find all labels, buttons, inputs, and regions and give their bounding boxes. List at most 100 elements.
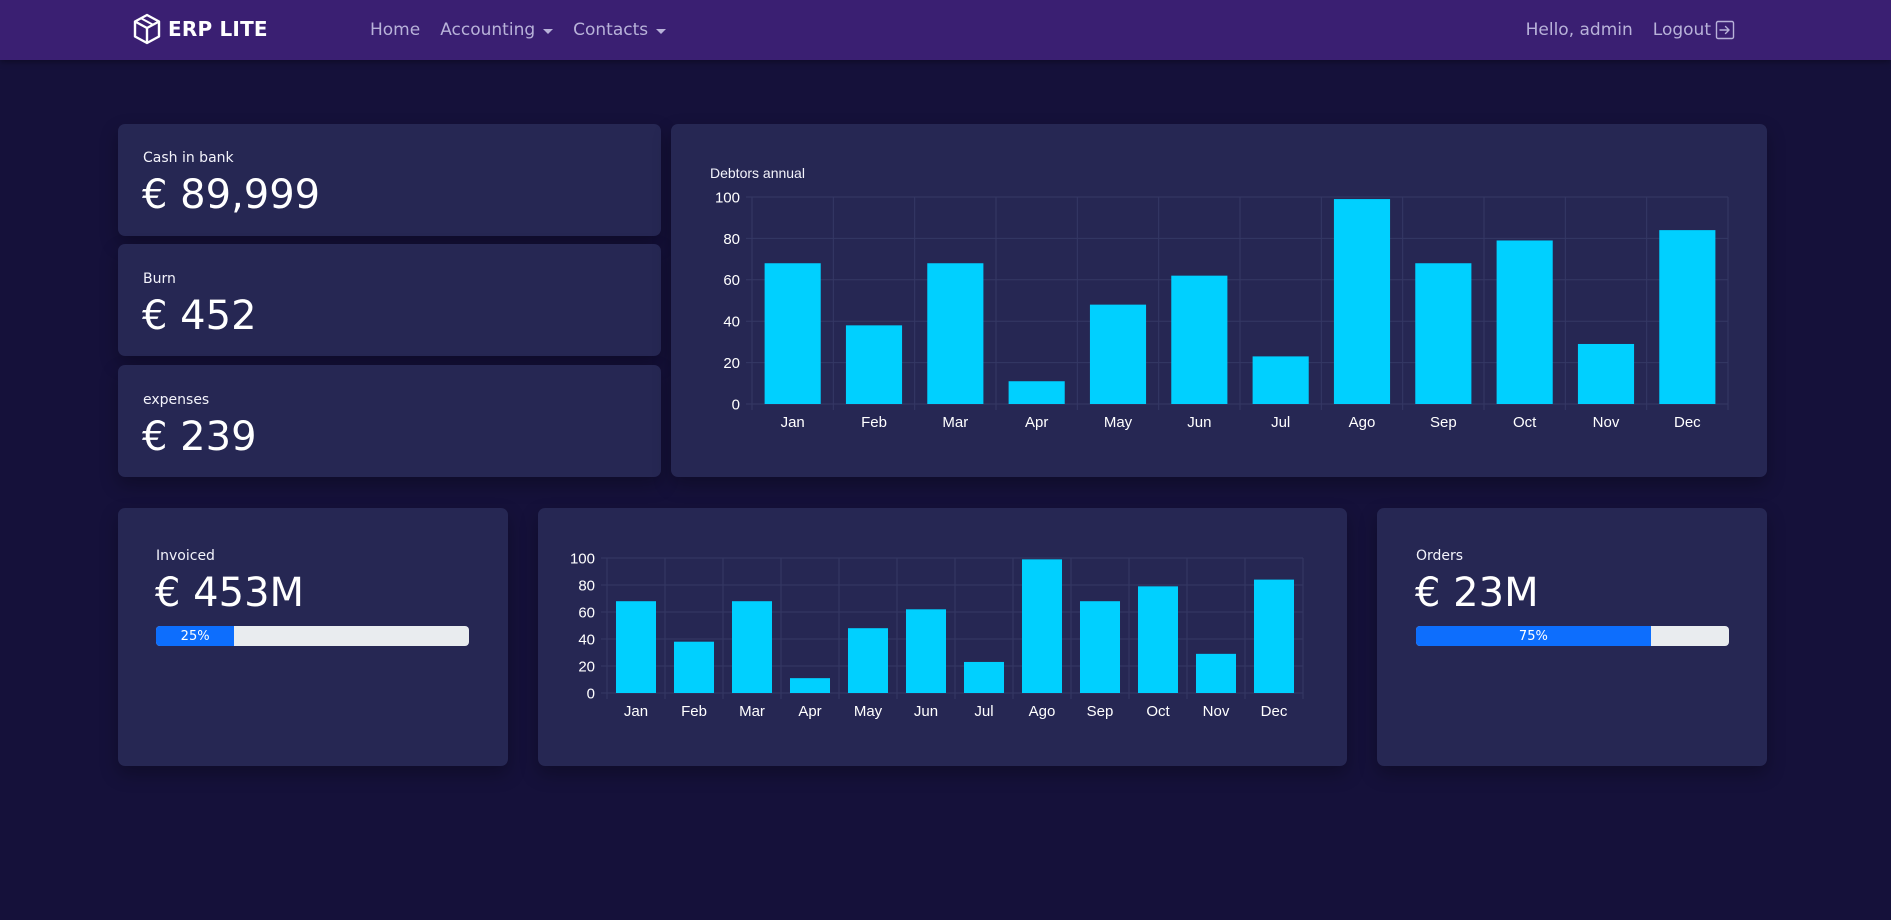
bar-feb[interactable]	[845, 325, 903, 404]
invoiced-progress-bar: 25%	[156, 626, 235, 646]
bar-may[interactable]	[847, 628, 889, 693]
bar-may[interactable]	[1089, 304, 1147, 404]
invoiced-card: Invoiced € 453M 25%	[118, 508, 508, 766]
cash-label: Cash in bank	[143, 150, 234, 166]
bar-apr[interactable]	[1008, 381, 1065, 404]
caret-down-icon	[656, 28, 667, 34]
orders-value: € 23M	[1415, 570, 1539, 616]
orders-progress-label: 75%	[1518, 628, 1548, 644]
bar-ago[interactable]	[1021, 559, 1063, 693]
y-tick-label: 100	[715, 189, 740, 206]
x-tick-label: May	[1104, 414, 1133, 431]
debtors-bar-chart: Debtors annual 0 20 40 60 80 100 Jan Feb Mar Apr M…	[710, 165, 1729, 431]
y-tick-label: 0	[587, 685, 595, 702]
nav-home-label: Home	[370, 20, 421, 40]
logout-label: Logout	[1652, 20, 1711, 40]
nav-right: Hello, admin Logout	[1526, 0, 1735, 60]
burn-value: € 452	[142, 293, 257, 339]
bar-jan[interactable]	[764, 263, 821, 404]
bar-jun[interactable]	[905, 609, 947, 693]
monthly-bar-chart: 0 20 40 60 80 100 Jan Feb Mar Apr May Jun Jul Ago Sep O…	[570, 550, 1304, 720]
chart-title: Debtors annual	[710, 165, 805, 181]
orders-progress-bar: 75%	[1416, 626, 1651, 646]
navbar: ERP LITE Home Accounting Contacts Hello,…	[0, 0, 1891, 60]
nav-home[interactable]: Home	[360, 20, 430, 40]
x-tick-label: Dec	[1261, 703, 1288, 720]
orders-progress: 75%	[1416, 626, 1729, 646]
orders-card: Orders € 23M 75%	[1377, 508, 1767, 766]
burn-card: Burn € 452	[118, 244, 661, 356]
cash-value: € 89,999	[142, 172, 321, 218]
logout-link[interactable]: Logout	[1653, 20, 1735, 40]
bar-apr[interactable]	[789, 678, 831, 693]
bar-dec[interactable]	[1253, 579, 1295, 693]
caret-down-icon	[543, 28, 554, 34]
x-tick-label: Sep	[1087, 703, 1114, 720]
x-tick-label: Jan	[781, 414, 805, 431]
user-greeting: Hello, admin	[1525, 20, 1633, 40]
x-tick-label: Jun	[914, 703, 938, 720]
invoiced-progress-label: 25%	[180, 628, 210, 644]
x-tick-label: Jan	[624, 703, 648, 720]
bar-nov[interactable]	[1195, 653, 1237, 693]
brand-name: ERP LITE	[168, 17, 268, 41]
x-tick-label: Apr	[1025, 414, 1048, 431]
cash-card: Cash in bank € 89,999	[118, 124, 661, 236]
nav-accounting-label: Accounting	[440, 20, 536, 40]
x-tick-label: Feb	[861, 414, 887, 431]
monthly-chart-card: 0 20 40 60 80 100 Jan Feb Mar Apr May Jun Jul Ago Sep O…	[538, 508, 1347, 766]
invoiced-value: € 453M	[155, 570, 305, 616]
nav-accounting-dropdown[interactable]: Accounting	[430, 20, 563, 40]
x-tick-label: Oct	[1146, 703, 1170, 720]
bar-nov[interactable]	[1577, 343, 1635, 404]
y-tick-label: 20	[723, 355, 740, 372]
nav-links: Home Accounting Contacts	[360, 0, 676, 60]
y-tick-label: 20	[578, 658, 595, 675]
bar-oct[interactable]	[1496, 240, 1553, 404]
x-tick-label: Sep	[1430, 414, 1457, 431]
bar-ago[interactable]	[1333, 199, 1391, 404]
y-tick-label: 100	[570, 550, 595, 567]
expenses-value: € 239	[142, 414, 257, 460]
bar-jun[interactable]	[1171, 275, 1228, 404]
bar-sep[interactable]	[1415, 263, 1472, 404]
x-tick-label: Feb	[681, 703, 707, 720]
y-tick-label: 40	[578, 631, 595, 648]
x-tick-label: Dec	[1674, 414, 1701, 431]
brand-link[interactable]: ERP LITE	[132, 12, 268, 46]
x-tick-label: Ago	[1349, 414, 1376, 431]
x-tick-label: Oct	[1513, 414, 1537, 431]
nav-contacts-dropdown[interactable]: Contacts	[563, 20, 676, 40]
bar-mar[interactable]	[731, 601, 773, 693]
x-tick-label: Apr	[798, 703, 821, 720]
burn-label: Burn	[143, 271, 176, 287]
bar-jul[interactable]	[1252, 356, 1309, 404]
y-tick-label: 0	[732, 396, 740, 413]
y-tick-label: 60	[723, 272, 740, 289]
y-tick-label: 80	[578, 577, 595, 594]
x-tick-label: Nov	[1203, 703, 1230, 720]
x-tick-label: May	[854, 703, 883, 720]
x-tick-label: Jul	[974, 703, 993, 720]
orders-label: Orders	[1416, 548, 1464, 564]
debtors-chart-card: Debtors annual 0 20 40 60 80 100 Jan Feb Mar Apr M…	[671, 124, 1767, 477]
cube-logo-icon	[133, 13, 161, 45]
expenses-card: expenses € 239	[118, 365, 661, 477]
x-tick-label: Mar	[739, 703, 765, 720]
bar-jul[interactable]	[963, 661, 1005, 693]
x-tick-label: Nov	[1593, 414, 1620, 431]
bar-sep[interactable]	[1079, 601, 1121, 693]
invoiced-label: Invoiced	[156, 548, 215, 564]
x-tick-label: Jul	[1271, 414, 1290, 431]
logout-icon	[1715, 20, 1735, 40]
bar-mar[interactable]	[927, 263, 984, 404]
bar-jan[interactable]	[615, 601, 657, 693]
y-tick-label: 60	[578, 604, 595, 621]
y-tick-label: 40	[723, 314, 740, 331]
x-tick-label: Mar	[942, 414, 968, 431]
bar-dec[interactable]	[1659, 230, 1716, 404]
y-tick-label: 80	[723, 231, 740, 248]
bar-oct[interactable]	[1137, 586, 1179, 693]
expenses-label: expenses	[143, 392, 210, 408]
bar-feb[interactable]	[673, 641, 715, 693]
